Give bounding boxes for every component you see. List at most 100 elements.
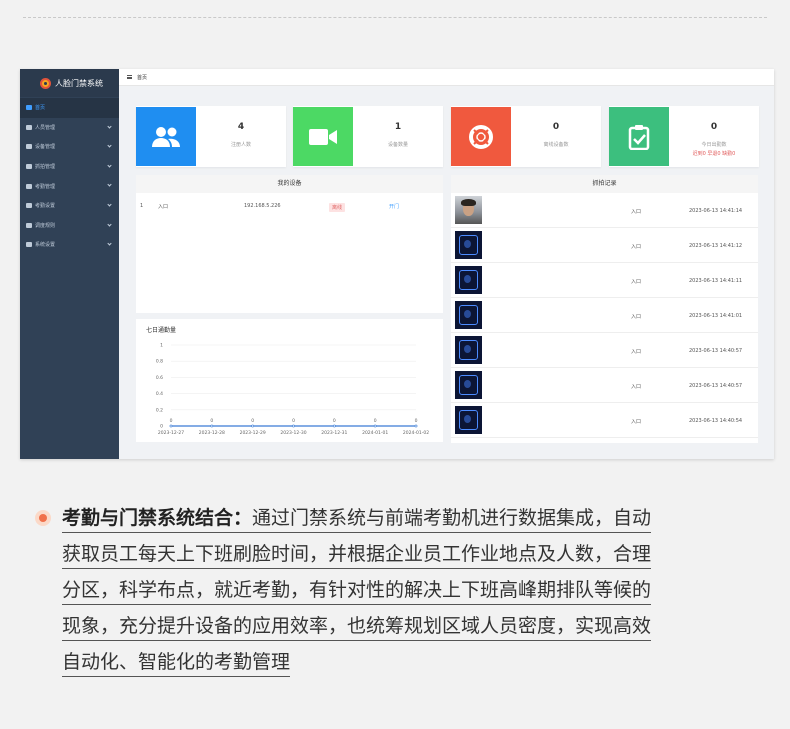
gear-icon [26, 242, 32, 248]
capture-panel-title: 抓拍记录 [451, 175, 758, 193]
chevron-down-icon [107, 143, 112, 148]
list-item[interactable]: 入口 2023-06-13 14:40:57 [451, 333, 758, 368]
article-heading: 考勤与门禁系统结合： [62, 507, 253, 529]
stat-card-3[interactable]: 0 今日出勤数 迟到0 早退0 缺勤0 [609, 106, 759, 167]
capture-time: 2023-06-13 14:41:12 [689, 243, 743, 249]
capture-thumbnail[interactable] [455, 301, 482, 329]
list-item[interactable]: 入口 2023-06-13 14:40:57 [451, 368, 758, 403]
sidebar-item-0[interactable]: 首页 [20, 98, 119, 118]
list-item[interactable]: 入口 2023-06-13 14:41:01 [451, 298, 758, 333]
video-icon [293, 107, 353, 166]
sidebar-item-7[interactable]: 系统设置 [20, 235, 119, 255]
sidebar-item-4[interactable]: 考勤管理 [20, 176, 119, 196]
camera-icon [26, 144, 32, 150]
capture-thumbnail[interactable] [455, 371, 482, 399]
data-label: 0 [292, 418, 295, 424]
stat-card-0[interactable]: 4 注册人数 [136, 106, 286, 167]
capture-thumbnail[interactable] [455, 266, 482, 294]
article-line-1: 获取员工每天上下班刷脸时间，并根据企业员工作业地点及人数，合理 [62, 543, 652, 569]
logo-icon [40, 77, 51, 89]
capture-thumbnail[interactable] [455, 336, 482, 364]
list-item[interactable]: 入口 2023-06-13 14:41:12 [451, 228, 758, 263]
settings-icon [26, 203, 32, 209]
device-ip: 192.168.5.226 [244, 203, 281, 209]
data-point [210, 424, 214, 428]
list-item[interactable]: 入口 2023-06-13 14:40:54 [451, 403, 758, 438]
stat-value: 0 [552, 122, 560, 132]
chevron-down-icon [107, 123, 112, 129]
hamburger-icon[interactable] [127, 75, 132, 79]
sidebar-item-label: 人员管理 [35, 124, 56, 131]
stat-label: 今日出勤数 [701, 142, 727, 148]
brand[interactable]: 人脸门禁系统 [20, 69, 119, 97]
chevron-down-icon [107, 202, 112, 207]
capture-door: 入口 [631, 314, 642, 320]
breadcrumb[interactable]: 首页 [137, 74, 147, 81]
y-tick-label: 0.2 [156, 407, 163, 413]
x-tick-label: 2023-12-31 [321, 430, 347, 436]
data-point [373, 424, 377, 428]
top-divider [23, 17, 767, 18]
data-label: 0 [415, 418, 418, 424]
data-label: 0 [251, 418, 254, 424]
data-label: 0 [210, 418, 213, 424]
list-item[interactable]: 入口 2023-06-13 14:41:14 [451, 193, 758, 228]
article-line-2: 分区，科学布点，就近考勤，有针对性的解决上下班高峰期排队等候的 [62, 579, 652, 605]
stat-card-1[interactable]: 1 设备数量 [293, 106, 443, 167]
y-tick-label: 1 [160, 343, 163, 349]
sidebar-item-label: 调度规则 [35, 222, 56, 229]
stat-card-2[interactable]: 0 离线设备数 [451, 106, 601, 167]
chevron-down-icon [107, 182, 112, 187]
chevron-down-icon [107, 221, 112, 227]
stat-label: 设备数量 [387, 142, 408, 148]
stat-subtext: 迟到0 早退0 缺勤0 [692, 151, 736, 157]
capture-time: 2023-06-13 14:41:14 [689, 208, 743, 214]
stat-label: 注册人数 [230, 142, 251, 148]
open-door-button[interactable]: 开门 [389, 203, 399, 210]
sidebar-item-label: 考勤管理 [35, 183, 56, 190]
chevron-down-icon [107, 163, 112, 168]
capture-thumbnail[interactable] [455, 406, 482, 434]
sidebar-item-5[interactable]: 考勤设置 [20, 196, 119, 216]
x-tick-label: 2023-12-29 [240, 430, 266, 436]
capture-door: 入口 [631, 384, 642, 390]
sidebar-item-label: 设备管理 [35, 144, 56, 151]
capture-time: 2023-06-13 14:40:54 [689, 418, 743, 424]
capture-thumbnail[interactable] [455, 231, 482, 259]
article-paragraph: 考勤与门禁系统结合：通过门禁系统与前端考勤机进行数据集成，自动 获取员工每天上下班… [62, 500, 762, 680]
table-row: 1 入口 192.168.5.226 离线 开门 [136, 201, 443, 213]
y-tick-label: 0 [160, 424, 163, 430]
sidebar-item-6[interactable]: 调度规则 [20, 216, 119, 236]
capture-door: 入口 [631, 279, 642, 285]
sidebar-item-label: 抓拍管理 [35, 164, 56, 171]
bullet-icon [35, 510, 51, 526]
chevron-down-icon [107, 241, 112, 246]
sidebar-item-2[interactable]: 设备管理 [20, 137, 119, 157]
sidebar-item-1[interactable]: 人员管理 [20, 118, 119, 138]
clock-icon [26, 183, 32, 189]
data-point [414, 424, 418, 428]
capture-door: 入口 [631, 244, 642, 250]
stat-value: 1 [394, 122, 402, 132]
y-tick-label: 0.8 [156, 359, 163, 365]
data-point [292, 424, 295, 428]
data-label: 0 [333, 418, 336, 424]
capture-time: 2023-06-13 14:41:11 [689, 278, 743, 284]
data-label: 0 [170, 418, 173, 424]
x-tick-label: 2024-01-02 [403, 430, 429, 436]
capture-time: 2023-06-13 14:41:01 [689, 313, 743, 319]
x-tick-label: 2023-12-30 [280, 430, 306, 436]
sidebar-item-3[interactable]: 抓拍管理 [20, 157, 119, 177]
y-tick-label: 0.6 [156, 375, 163, 381]
capture-thumbnail[interactable] [455, 196, 482, 224]
users-icon [26, 124, 32, 130]
capture-time: 2023-06-13 14:40:57 [689, 383, 743, 389]
chart-panel: 七日通勤量 1 0.8 0.6 0.4 0.2 0 2023-12-27 2023-12-28… [136, 319, 443, 442]
device-panel: 我的设备 1 入口 192.168.5.226 离线 开门 [136, 175, 443, 313]
line-chart: 10.80.60.40.202023-12-27 2023-12-28 2023-1… [156, 343, 429, 437]
list-item[interactable]: 入口 2023-06-13 14:41:11 [451, 263, 758, 298]
sidebar: 人脸门禁系统 首页人员管理设备管理抓拍管理考勤管理考勤设置调度规则系统设置 [20, 69, 119, 459]
device-no: 1 [140, 203, 144, 209]
data-label: 0 [374, 418, 377, 424]
app-screenshot: 人脸门禁系统 首页人员管理设备管理抓拍管理考勤管理考勤设置调度规则系统设置 首页… [20, 69, 774, 459]
